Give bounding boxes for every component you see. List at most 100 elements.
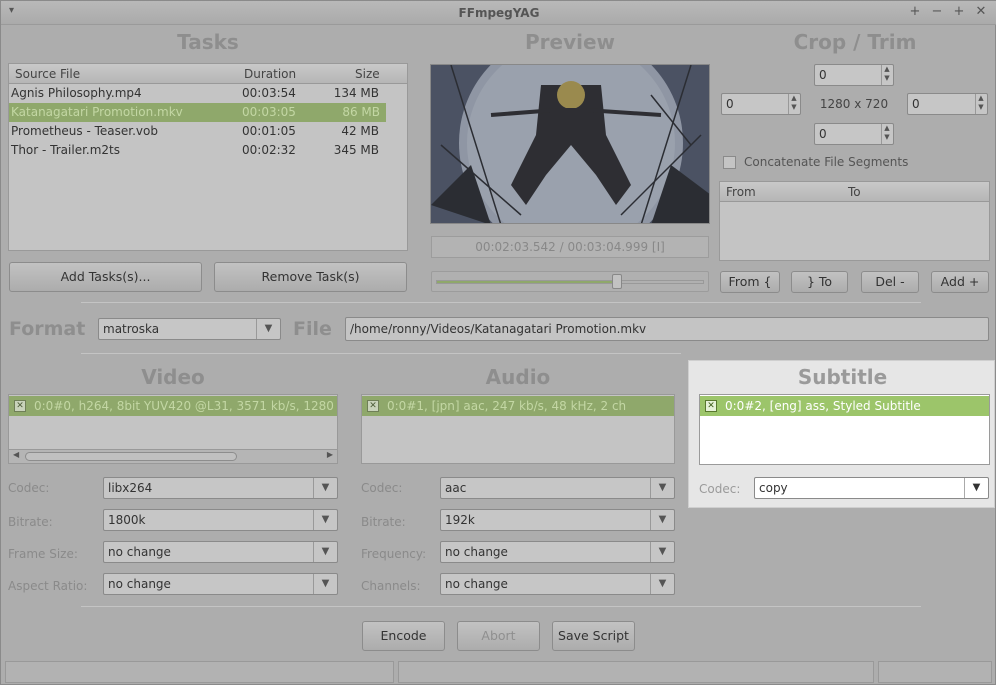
output-file-field[interactable]: /home/ronny/Videos/Katanagatari Promotio…: [345, 317, 989, 341]
tasks-table-header: Source File Duration Size: [9, 64, 407, 84]
keep-above-icon[interactable]: +: [908, 4, 922, 19]
delete-segment-button[interactable]: Del -: [861, 271, 919, 293]
to-button[interactable]: } To: [791, 271, 848, 293]
chevron-down-icon[interactable]: ▼: [313, 542, 337, 562]
divider: [81, 606, 921, 607]
status-segment: [5, 661, 394, 683]
spinner-arrows-icon[interactable]: ▲ ▼: [788, 94, 799, 114]
minimize-icon[interactable]: −: [930, 4, 944, 19]
row-duration: 00:03:54: [242, 86, 296, 100]
channels-select[interactable]: no change ▼: [440, 573, 675, 595]
audio-codec-select[interactable]: aac ▼: [440, 477, 675, 499]
preview-time-display: 00:02:03.542 / 00:03:04.999 [I]: [431, 236, 709, 258]
concatenate-checkbox[interactable]: [723, 156, 736, 169]
audio-codec-label: Codec:: [361, 481, 403, 495]
row-file: Agnis Philosophy.mp4: [11, 86, 142, 100]
chevron-down-icon[interactable]: ▼: [650, 574, 674, 594]
scroll-left-icon[interactable]: ◀: [13, 450, 19, 459]
scrollbar-thumb[interactable]: [25, 452, 237, 461]
add-segment-button[interactable]: Add +: [931, 271, 989, 293]
crop-left-spinner[interactable]: 0 ▲ ▼: [721, 93, 801, 115]
column-from[interactable]: From: [726, 185, 756, 199]
scroll-right-icon[interactable]: ▶: [327, 450, 333, 459]
chevron-down-icon[interactable]: ▼: [650, 478, 674, 498]
format-label: Format: [9, 318, 86, 340]
save-script-button[interactable]: Save Script: [552, 621, 635, 651]
crop-left-value: 0: [726, 97, 734, 111]
video-codec-value: libx264: [108, 481, 153, 495]
subtitle-stream-list[interactable]: ✕ 0:0#2, [eng] ass, Styled Subtitle: [699, 394, 990, 465]
aspect-ratio-label: Aspect Ratio:: [8, 579, 88, 593]
crop-top-spinner[interactable]: 0 ▲ ▼: [814, 64, 894, 86]
subtitle-stream-label: 0:0#2, [eng] ass, Styled Subtitle: [725, 399, 921, 413]
horizontal-scrollbar[interactable]: ◀ ▶: [9, 449, 337, 463]
segments-table[interactable]: From To: [719, 181, 990, 261]
row-size: 42 MB: [341, 124, 379, 138]
add-tasks-button[interactable]: Add Tasks(s)...: [9, 262, 202, 292]
status-segment: [878, 661, 992, 683]
subtitle-codec-select[interactable]: copy ▼: [754, 477, 989, 499]
chevron-down-icon[interactable]: ▼: [313, 478, 337, 498]
subtitle-codec-value: copy: [759, 481, 788, 495]
chevron-down-icon[interactable]: ▼: [650, 510, 674, 530]
video-bitrate-select[interactable]: 1800k ▼: [103, 509, 338, 531]
crop-right-spinner[interactable]: 0 ▲ ▼: [907, 93, 988, 115]
chevron-down-icon[interactable]: ▼: [964, 478, 988, 498]
frame-size-label: Frame Size:: [8, 547, 78, 561]
frame-size-value: no change: [108, 545, 171, 559]
chevron-down-icon[interactable]: ▼: [650, 542, 674, 562]
maximize-icon[interactable]: +: [952, 4, 966, 19]
frame-size-select[interactable]: no change ▼: [103, 541, 338, 563]
preview-seek-slider[interactable]: [431, 271, 709, 292]
chevron-down-icon[interactable]: ▼: [313, 510, 337, 530]
subtitle-codec-label: Codec:: [699, 482, 741, 496]
spinner-arrows-icon[interactable]: ▲ ▼: [881, 65, 892, 85]
video-codec-select[interactable]: libx264 ▼: [103, 477, 338, 499]
aspect-ratio-value: no change: [108, 577, 171, 591]
chevron-down-icon[interactable]: ▼: [256, 319, 280, 339]
preview-frame-art: [431, 65, 709, 223]
remove-tasks-button[interactable]: Remove Task(s): [214, 262, 407, 292]
frequency-select[interactable]: no change ▼: [440, 541, 675, 563]
stream-checkbox[interactable]: ✕: [14, 400, 26, 412]
abort-button[interactable]: Abort: [457, 621, 540, 651]
subtitle-heading: Subtitle: [797, 365, 888, 389]
table-row[interactable]: Thor - Trailer.m2ts 00:02:32 345 MB: [9, 141, 407, 160]
audio-bitrate-select[interactable]: 192k ▼: [440, 509, 675, 531]
column-to[interactable]: To: [848, 185, 861, 199]
divider: [81, 302, 921, 303]
channels-label: Channels:: [361, 579, 421, 593]
format-select[interactable]: matroska ▼: [98, 318, 281, 340]
table-row[interactable]: Agnis Philosophy.mp4 00:03:54 134 MB: [9, 84, 407, 103]
video-stream-list[interactable]: ✕ 0:0#0, h264, 8bit YUV420 @L31, 3571 kb…: [8, 394, 338, 464]
list-item[interactable]: ✕ 0:0#1, [jpn] aac, 247 kb/s, 48 kHz, 2 …: [362, 396, 674, 416]
row-file: Katanagatari Promotion.mkv: [11, 105, 183, 119]
encode-button[interactable]: Encode: [362, 621, 445, 651]
crop-bottom-spinner[interactable]: 0 ▲ ▼: [814, 123, 894, 145]
column-source-file[interactable]: Source File: [15, 67, 80, 81]
column-size[interactable]: Size: [355, 67, 380, 81]
spinner-arrows-icon[interactable]: ▲ ▼: [881, 124, 892, 144]
tasks-table[interactable]: Source File Duration Size Agnis Philosop…: [8, 63, 408, 251]
title-bar: ▾ FFmpegYAG + − + ✕: [1, 1, 996, 25]
audio-stream-list[interactable]: ✕ 0:0#1, [jpn] aac, 247 kb/s, 48 kHz, 2 …: [361, 394, 675, 464]
chevron-down-icon[interactable]: ▼: [313, 574, 337, 594]
segments-table-header: From To: [720, 182, 989, 202]
crop-trim-heading: Crop / Trim: [793, 30, 917, 54]
app-window: ▾ FFmpegYAG + − + ✕ Tasks Preview Crop /…: [0, 0, 996, 685]
from-button[interactable]: From {: [720, 271, 780, 293]
table-row-selected[interactable]: Katanagatari Promotion.mkv 00:03:05 86 M…: [9, 103, 386, 122]
column-duration[interactable]: Duration: [244, 67, 296, 81]
table-row[interactable]: Prometheus - Teaser.vob 00:01:05 42 MB: [9, 122, 407, 141]
row-duration: 00:03:05: [242, 105, 296, 119]
resolution-label: 1280 x 720: [819, 97, 889, 111]
list-item[interactable]: ✕ 0:0#2, [eng] ass, Styled Subtitle: [700, 396, 989, 416]
stream-checkbox[interactable]: ✕: [705, 400, 717, 412]
spinner-arrows-icon[interactable]: ▲ ▼: [975, 94, 986, 114]
list-item[interactable]: ✕ 0:0#0, h264, 8bit YUV420 @L31, 3571 kb…: [9, 396, 337, 416]
video-bitrate-label: Bitrate:: [8, 515, 53, 529]
stream-checkbox[interactable]: ✕: [367, 400, 379, 412]
seek-handle[interactable]: [612, 274, 622, 289]
close-icon[interactable]: ✕: [974, 4, 988, 19]
aspect-ratio-select[interactable]: no change ▼: [103, 573, 338, 595]
